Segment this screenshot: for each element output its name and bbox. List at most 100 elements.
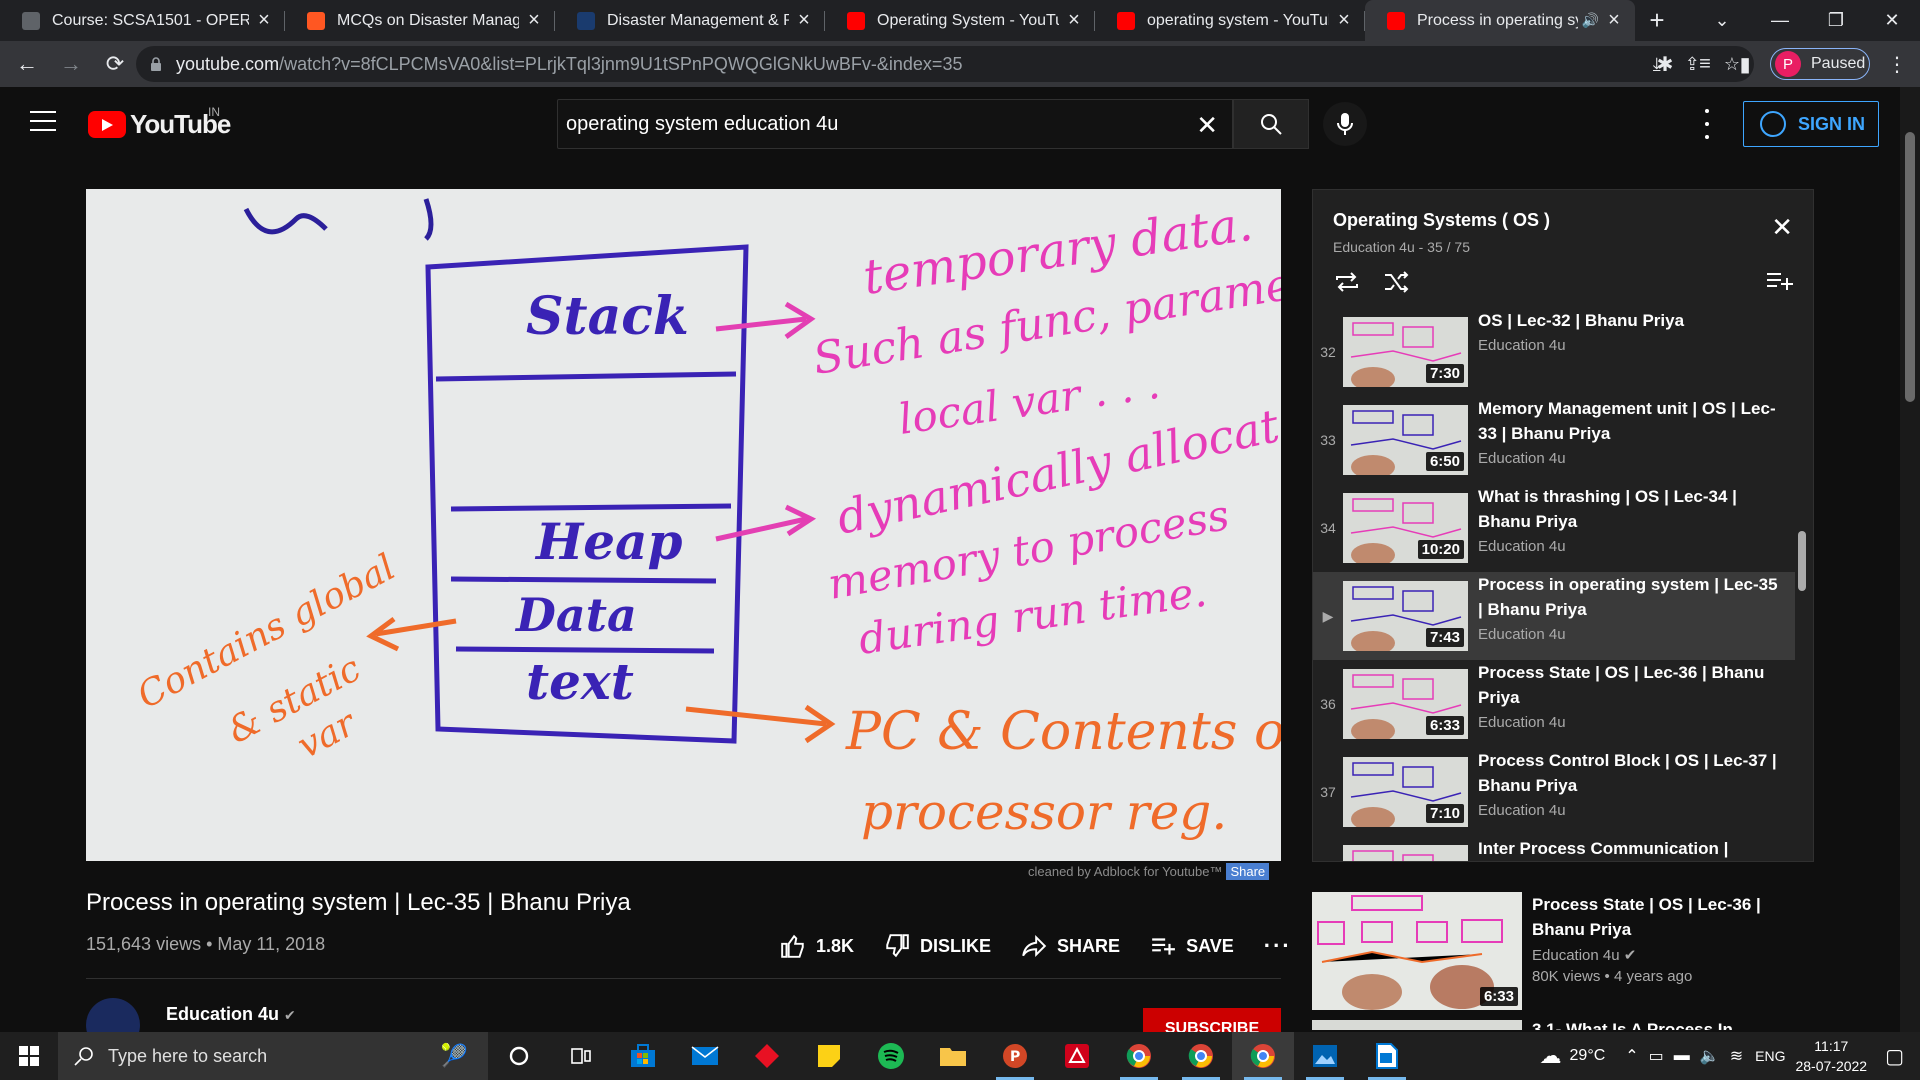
language-indicator[interactable]: ENG (1755, 1048, 1785, 1064)
save-button[interactable]: SAVE (1150, 933, 1234, 959)
playlist-item[interactable]: 36 6:33 Process State | OS | Lec-36 | Bhan… (1313, 660, 1795, 748)
youtube-icon (1117, 11, 1135, 30)
share-button[interactable]: SHARE (1021, 933, 1120, 959)
page-scrollbar-thumb[interactable] (1905, 132, 1915, 402)
browser-tab[interactable]: Process in operating sy 🔊 × (1365, 0, 1635, 41)
omnibox[interactable]: youtube.com/watch?v=8fCLPCMsVA0&list=PLr… (136, 46, 1754, 82)
playlist-scrollbar[interactable] (1798, 531, 1806, 591)
extensions-icon[interactable]: ✱ (1648, 41, 1682, 87)
browser-tab[interactable]: Disaster Management & Pla × (555, 0, 825, 41)
reload-button[interactable]: ⟳ (98, 47, 132, 81)
close-tab-icon[interactable]: × (1605, 9, 1623, 32)
close-tab-icon[interactable]: × (1065, 9, 1083, 32)
playlist-item[interactable]: ▶ 7:43 Process in operating system | Lec-3… (1313, 572, 1795, 660)
windows-start-button[interactable] (0, 1032, 58, 1080)
playlist-item[interactable]: 34 10:20 What is thrashing | OS | Lec-34 |… (1313, 484, 1795, 572)
spotify-icon[interactable] (860, 1032, 922, 1080)
new-tab-button[interactable]: + (1635, 0, 1679, 41)
photos-icon[interactable] (1294, 1032, 1356, 1080)
powerpoint-icon[interactable]: P (984, 1032, 1046, 1080)
close-tab-icon[interactable]: × (795, 9, 813, 32)
weather-icon[interactable]: ☁ (1540, 1043, 1562, 1069)
close-tab-icon[interactable]: × (255, 9, 273, 32)
media-control-icon[interactable]: ≡ (1688, 41, 1722, 87)
browser-tab[interactable]: Operating System - YouTub × (825, 0, 1095, 41)
loop-icon[interactable] (1333, 270, 1361, 294)
browser-tab[interactable]: operating system - YouTub × (1095, 0, 1365, 41)
playlist-item-thumbnail[interactable]: 7:10 (1343, 757, 1468, 827)
wifi-icon[interactable]: ≋ (1730, 1046, 1743, 1066)
playlist-item-duration: 7:10 (1425, 804, 1464, 823)
browser-tab[interactable]: MCQs on Disaster Manager × (285, 0, 555, 41)
close-tab-icon[interactable]: × (525, 9, 543, 32)
video-player[interactable]: Stack Heap Data text temporary data. Suc… (86, 189, 1281, 861)
recommended-video-2[interactable]: 3.1- What Is A Process In (1312, 1020, 1832, 1030)
recommended-thumbnail-2[interactable] (1312, 1020, 1522, 1030)
browser-tab[interactable]: Course: SCSA1501 - OPERA × (0, 0, 285, 41)
playlist-item[interactable]: 37 7:10 Process Control Block | OS | Lec-3… (1313, 748, 1795, 836)
recommended-channel[interactable]: Education 4u ✔ (1532, 946, 1792, 964)
taskbar-search-box[interactable]: Type here to search 🎾 (58, 1032, 488, 1080)
settings-menu-icon[interactable] (1697, 109, 1717, 139)
sticky-notes-icon[interactable] (798, 1032, 860, 1080)
playlist-item-thumbnail[interactable]: 6:33 (1343, 669, 1468, 739)
notification-icon[interactable]: ▢ (1885, 1044, 1904, 1069)
add-to-playlist-icon[interactable] (1765, 270, 1793, 292)
minimize-button[interactable]: — (1752, 0, 1808, 41)
office-app-icon[interactable] (736, 1032, 798, 1080)
weather-temp[interactable]: 29°C (1570, 1047, 1606, 1065)
hamburger-menu-icon[interactable] (30, 111, 56, 131)
dislike-button[interactable]: DISLIKE (884, 933, 991, 959)
youtube-logo[interactable]: YouTube IN (88, 105, 231, 140)
cortana-icon[interactable] (488, 1032, 550, 1080)
file-explorer-icon[interactable] (922, 1032, 984, 1080)
close-playlist-icon[interactable]: ✕ (1771, 212, 1793, 243)
playlist-item-thumbnail[interactable]: 10:20 (1343, 493, 1468, 563)
recommended-thumbnail[interactable]: 6:33 (1312, 892, 1522, 1010)
audio-playing-icon[interactable]: 🔊 (1582, 12, 1599, 29)
search-button[interactable] (1233, 99, 1309, 149)
meet-now-icon[interactable]: ▭ (1649, 1046, 1664, 1066)
profile-button[interactable]: P Paused (1770, 48, 1870, 80)
playlist-item-thumbnail[interactable]: 6:50 (1343, 405, 1468, 475)
tab-search-icon[interactable]: ⌄ (1694, 0, 1750, 41)
acrobat-icon[interactable] (1046, 1032, 1108, 1080)
recommended-video[interactable]: 6:33 Process State | OS | Lec-36 | Bhanu… (1312, 892, 1832, 1010)
mail-icon[interactable] (674, 1032, 736, 1080)
channel-name[interactable]: Education 4u ✔ (166, 1004, 296, 1025)
playlist-item-thumbnail[interactable]: 7:07 (1343, 845, 1468, 861)
taskbar-clock[interactable]: 11:17 28-07-2022 (1795, 1036, 1867, 1076)
shuffle-icon[interactable] (1383, 270, 1411, 294)
sign-in-button[interactable]: SIGN IN (1743, 101, 1879, 147)
voice-search-button[interactable] (1323, 102, 1367, 146)
recommended-title-2[interactable]: 3.1- What Is A Process In (1532, 1020, 1733, 1030)
playlist-item[interactable]: 32 7:30 OS | Lec-32 | Bhanu Priya Education… (1313, 308, 1795, 396)
chrome-active-icon[interactable] (1232, 1032, 1294, 1080)
chrome-profile-icon[interactable] (1170, 1032, 1232, 1080)
close-tab-icon[interactable]: × (1335, 9, 1353, 32)
task-view-icon[interactable] (550, 1032, 612, 1080)
chrome-menu-icon[interactable]: ⋮ (1880, 41, 1914, 87)
page-scrollbar[interactable] (1900, 87, 1920, 1032)
back-button[interactable]: ← (10, 47, 44, 81)
playlist-item-thumbnail[interactable]: 7:43 (1343, 581, 1468, 651)
battery-icon[interactable]: ▬ (1674, 1047, 1690, 1065)
forward-button[interactable]: → (54, 47, 88, 81)
show-hidden-icons[interactable]: ⌃ (1625, 1046, 1638, 1066)
playlist-item-thumbnail[interactable]: 7:30 (1343, 317, 1468, 387)
close-window-button[interactable]: ✕ (1864, 0, 1920, 41)
microsoft-store-icon[interactable] (612, 1032, 674, 1080)
search-input[interactable]: operating system education 4u ✕ (557, 99, 1233, 149)
like-button[interactable]: 1.8K (780, 933, 854, 959)
clear-search-icon[interactable]: ✕ (1196, 110, 1218, 141)
side-panel-icon[interactable]: ▮ (1728, 41, 1762, 87)
chrome-icon[interactable] (1108, 1032, 1170, 1080)
document-icon[interactable] (1356, 1032, 1418, 1080)
more-actions-icon[interactable]: ··· (1264, 933, 1292, 959)
playlist-item[interactable]: 387:07Inter Process Communication | Intr… (1313, 836, 1795, 861)
adblock-share-button[interactable]: Share (1226, 863, 1270, 880)
volume-icon[interactable]: 🔈 (1700, 1046, 1720, 1066)
recommended-title[interactable]: Process State | OS | Lec-36 | Bhanu Priy… (1532, 892, 1792, 942)
maximize-button[interactable]: ❐ (1808, 0, 1864, 41)
playlist-item[interactable]: 33 6:50 Memory Management unit | OS | Lec-… (1313, 396, 1795, 484)
